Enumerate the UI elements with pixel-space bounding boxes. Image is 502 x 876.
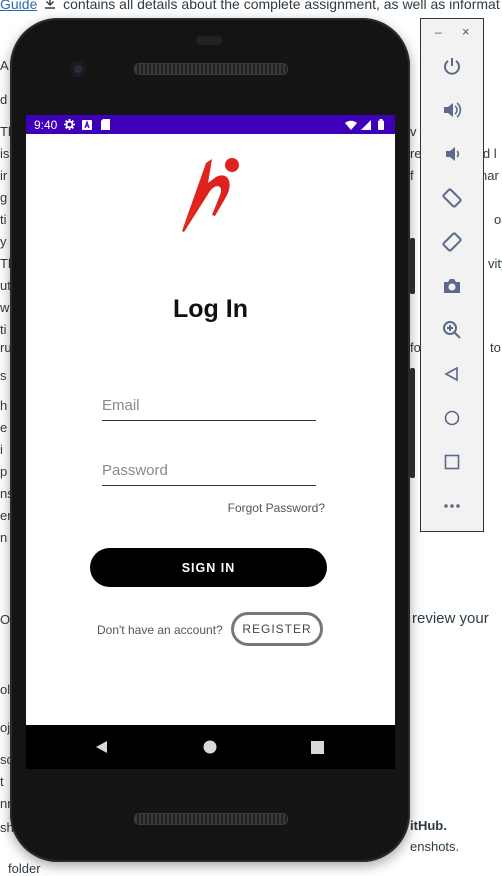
back-icon[interactable] [94, 739, 110, 755]
close-button[interactable]: × [462, 24, 470, 39]
volume-down-icon[interactable] [439, 141, 465, 167]
background-fragment: h [0, 398, 8, 413]
battery-icon [375, 119, 387, 131]
device-side-button [410, 238, 415, 294]
device-screen: 9:40 Log In Email Forgot Password? SIGN … [26, 115, 395, 725]
settings-icon [63, 119, 75, 131]
power-icon[interactable] [439, 53, 465, 79]
status-time: 9:40 [34, 117, 58, 132]
register-button[interactable]: REGISTER [231, 612, 323, 646]
sign-in-button[interactable]: SIGN IN [90, 548, 327, 587]
top-speaker [134, 63, 288, 75]
background-folder-text: folder [8, 861, 41, 876]
background-review-text: review your [412, 610, 489, 627]
password-field[interactable] [102, 462, 316, 486]
navigation-bar [26, 725, 395, 769]
background-fragment: g [0, 190, 8, 205]
background-fragment: y [0, 234, 7, 249]
status-bar: 9:40 [26, 115, 395, 134]
background-fragment: v [410, 124, 417, 139]
background-fragment: t [0, 774, 4, 789]
background-line-1: Guide contains all details about the com… [0, 0, 500, 12]
background-fragment: A [0, 58, 9, 73]
background-fragment: vity [488, 256, 502, 271]
background-fragment: s [0, 368, 7, 383]
password-input[interactable] [102, 462, 316, 485]
wifi-icon [345, 119, 357, 131]
background-screenshots-text: enshots. [410, 839, 460, 854]
forgot-password-link[interactable]: Forgot Password? [228, 501, 325, 515]
background-fragment: is [0, 146, 10, 161]
back-icon[interactable] [439, 361, 465, 387]
background-fragment: ti [0, 212, 7, 227]
page-title: Log In [173, 295, 248, 323]
more-icon[interactable] [439, 493, 465, 519]
emulator-toolbar: – × [420, 18, 484, 532]
background-fragment: n [0, 530, 8, 545]
guide-link[interactable]: Guide [0, 0, 37, 12]
email-input[interactable] [102, 397, 316, 420]
signal-icon [360, 119, 372, 131]
rotate-left-icon[interactable] [439, 185, 465, 211]
background-fragment: w [0, 300, 10, 315]
front-camera [70, 61, 86, 77]
background-fragment: ir [0, 168, 8, 183]
device-sensor-slot [196, 36, 222, 45]
background-fragment: e [0, 420, 8, 435]
device-side-button [410, 368, 415, 478]
bottom-speaker [134, 813, 288, 825]
volume-up-icon[interactable] [439, 97, 465, 123]
background-fragment: ol [0, 682, 11, 697]
app-logo [176, 153, 246, 235]
background-fragment: to [490, 340, 501, 355]
background-fragment: f [410, 168, 414, 183]
home-icon[interactable] [202, 739, 218, 755]
email-field[interactable] [102, 397, 316, 421]
minimize-button[interactable]: – [435, 25, 442, 39]
background-line-text: contains all details about the complete … [63, 0, 500, 12]
toolbar-header: – × [421, 19, 483, 47]
overview-icon[interactable] [309, 739, 325, 755]
notification-a-icon [81, 119, 93, 131]
sd-card-icon [99, 119, 111, 131]
no-account-label: Don't have an account? [97, 623, 223, 637]
rotate-right-icon[interactable] [439, 229, 465, 255]
download-icon[interactable] [44, 0, 56, 12]
background-fragment: p [0, 464, 8, 479]
home-icon[interactable] [439, 405, 465, 431]
background-github-text: itHub. [410, 818, 447, 833]
overview-icon[interactable] [439, 449, 465, 475]
background-fragment: i [0, 442, 3, 457]
background-fragment: on s [494, 212, 502, 227]
background-fragment: ti [0, 322, 7, 337]
emulator-device: 9:40 Log In Email Forgot Password? SIGN … [10, 18, 415, 862]
zoom-icon[interactable] [439, 317, 465, 343]
background-fragment: oj [0, 720, 11, 735]
camera-icon[interactable] [439, 273, 465, 299]
